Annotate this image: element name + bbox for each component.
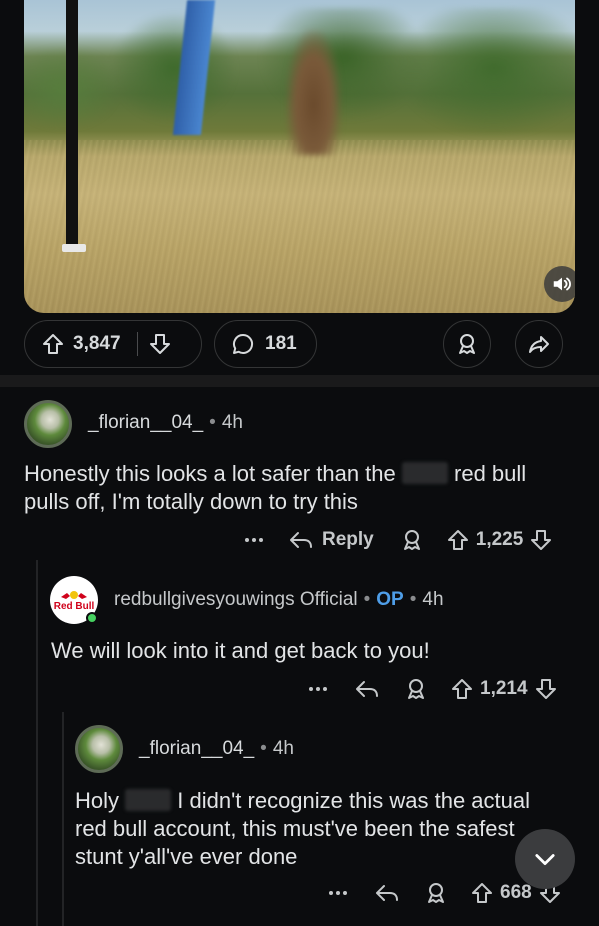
comment-time: 4h [221,412,243,433]
award-icon[interactable] [400,528,424,552]
video-figure [286,30,341,155]
username[interactable]: _florian__04_ [88,412,203,433]
comment-body: Honestly this looks a lot safer than the… [24,461,527,514]
comments-button[interactable]: 181 [214,320,317,368]
vote-divider [136,332,138,356]
comment-score: 668 [500,882,532,903]
comment-meta: _florian__04_ • 4h [88,412,243,433]
comment-meta: redbullgivesyouwings Official • OP • 4h [114,589,444,610]
reddit-post-screen: 3,847 181 _florian__04_ • 4h Honestly th… [0,0,599,926]
online-indicator [86,612,98,624]
award-icon[interactable] [424,881,448,905]
post-video[interactable] [24,0,575,313]
reply-icon [290,532,312,548]
user-flair: Official [299,589,358,610]
video-grass [24,140,575,313]
comment-meta: _florian__04_ • 4h [139,738,294,759]
more-icon[interactable] [242,528,266,552]
upvote-icon[interactable] [470,881,494,905]
downvote-icon[interactable] [534,677,558,701]
comment-score: 1,214 [480,678,528,699]
more-icon[interactable] [326,881,350,905]
upvote-count: 3,847 [73,333,121,354]
reply-button[interactable]: Reply [288,528,374,552]
comment-count: 181 [265,333,297,354]
comment-time: 4h [422,589,444,610]
post-action-bar: 3,847 181 [24,320,575,368]
downvote-icon[interactable] [148,332,172,356]
reply-icon[interactable] [374,881,400,905]
next-comment-button[interactable] [515,829,575,889]
award-icon[interactable] [404,677,428,701]
section-separator [0,375,599,387]
thread-line[interactable] [36,560,38,926]
redbull-logo-icon [61,590,87,599]
video-pole-base [62,244,86,252]
avatar[interactable] [24,400,72,448]
redacted-word [401,462,448,484]
comment-actions: 1,214 [306,674,558,704]
comment-score: 1,225 [475,529,524,550]
more-icon[interactable] [306,677,330,701]
chevron-down-icon [535,854,555,866]
redacted-word [125,789,172,811]
comment-time: 4h [272,738,294,759]
speaker-icon [553,277,571,291]
upvote-icon[interactable] [41,332,65,356]
mute-button[interactable] [544,266,575,302]
op-badge: OP [376,589,404,610]
username[interactable]: redbullgivesyouwings [114,589,295,610]
comment-body: We will look into it and get back to you… [51,638,430,663]
share-button[interactable] [515,320,563,368]
username[interactable]: _florian__04_ [139,738,254,759]
thread-line[interactable] [62,712,64,926]
redbull-logo-text: Red Bull [53,600,95,612]
reply-icon[interactable] [354,677,380,701]
vote-pill: 3,847 [24,320,202,368]
upvote-icon[interactable] [446,528,470,552]
award-icon [459,334,475,354]
video-pole [66,0,78,250]
upvote-icon[interactable] [450,677,474,701]
comment-actions: Reply 1,225 [242,525,553,555]
avatar[interactable] [75,725,123,773]
award-button[interactable] [443,320,491,368]
downvote-icon[interactable] [529,528,553,552]
comment-icon [233,333,254,354]
share-icon [529,336,549,353]
comment-body: Holy I didn't recognize this was the act… [75,788,530,869]
